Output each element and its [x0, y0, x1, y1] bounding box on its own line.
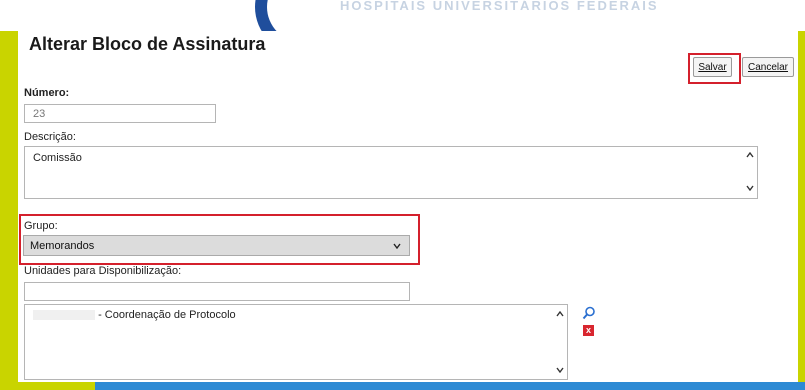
scroll-down-icon[interactable]	[556, 366, 564, 374]
descricao-value: Comissão	[33, 152, 82, 164]
numero-field[interactable]: 23	[24, 104, 216, 123]
grupo-select[interactable]: Memorandos	[23, 235, 410, 256]
page-title: Alterar Bloco de Assinatura	[29, 34, 266, 54]
left-accent-bar	[0, 31, 18, 390]
remove-x-icon[interactable]: x	[583, 325, 594, 336]
scroll-up-icon[interactable]	[746, 151, 754, 159]
magnifier-icon[interactable]	[582, 306, 596, 325]
descricao-label: Descrição:	[24, 131, 76, 143]
unidades-input[interactable]	[24, 282, 410, 301]
list-item-label: - Coordenação de Protocolo	[98, 309, 236, 321]
descricao-textarea[interactable]: Comissão	[24, 146, 758, 199]
cancel-button[interactable]: Cancelar	[742, 57, 794, 77]
top-banner: HOSPITAIS UNIVERSITÁRIOS FEDERAIS	[0, 0, 805, 54]
redacted-unit-code	[33, 310, 95, 321]
form-panel: Alterar Bloco de Assinatura Salvar Cance…	[18, 31, 798, 382]
scroll-down-icon[interactable]	[746, 184, 754, 192]
bottom-blue-bar	[95, 382, 805, 390]
unidades-scrollbar[interactable]	[553, 305, 567, 379]
grupo-label: Grupo:	[24, 220, 58, 232]
numero-label: Número:	[24, 87, 70, 99]
unidades-label: Unidades para Disponibilização:	[24, 265, 182, 277]
grupo-selected-value: Memorandos	[30, 240, 95, 252]
save-button[interactable]: Salvar	[693, 57, 732, 77]
scroll-up-icon[interactable]	[556, 310, 564, 318]
chevron-down-icon	[393, 241, 401, 252]
descricao-scrollbar[interactable]	[743, 147, 757, 198]
banner-text: HOSPITAIS UNIVERSITÁRIOS FEDERAIS	[340, 0, 659, 13]
list-item[interactable]: - Coordenação de Protocolo	[33, 309, 236, 321]
unidades-list[interactable]: - Coordenação de Protocolo	[24, 304, 568, 380]
